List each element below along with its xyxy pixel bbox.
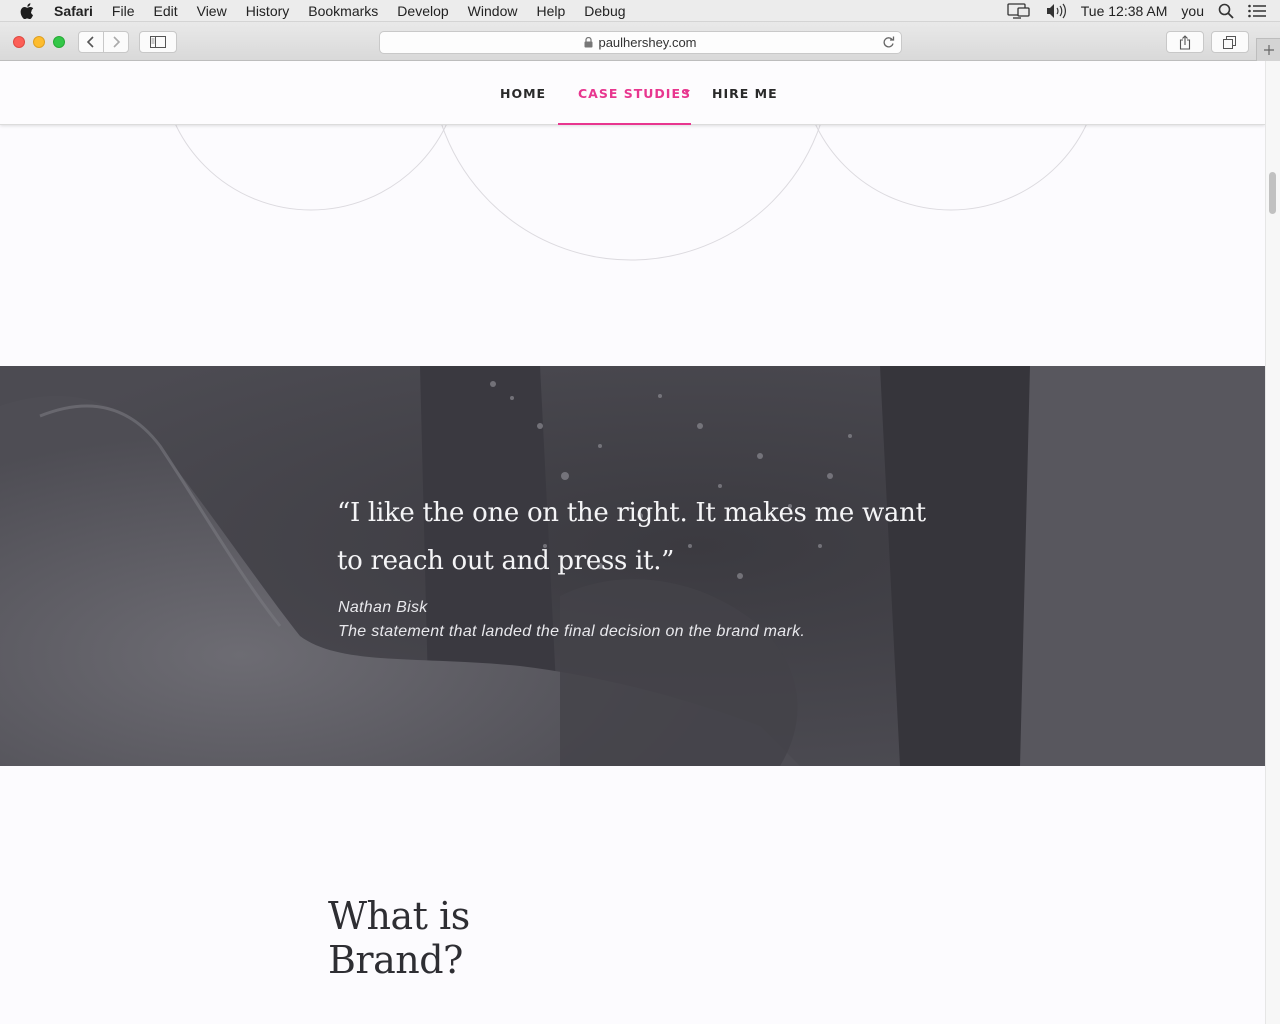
section-heading-line-2: Brand? (328, 938, 463, 982)
tabs-overview-icon (1223, 35, 1236, 49)
menu-bookmarks[interactable]: Bookmarks (308, 3, 378, 19)
address-bar[interactable]: paulhershey.com (379, 31, 902, 54)
section-heading: What is Brand? (328, 894, 528, 982)
back-icon (86, 36, 94, 48)
spotlight-search-icon[interactable] (1218, 3, 1234, 19)
menu-app-name[interactable]: Safari (54, 3, 93, 19)
site-navigation: HOME CASE STUDIES HIRE ME (0, 61, 1265, 125)
testimonial-author: Nathan Bisk (338, 599, 428, 616)
browser-toolbar: paulhershey.com (0, 22, 1280, 61)
chevron-down-icon[interactable] (684, 90, 690, 94)
menu-file[interactable]: File (112, 3, 135, 19)
testimonial-section: “I like the one on the right. It makes m… (0, 366, 1265, 766)
clock[interactable]: Tue 12:38 AM (1081, 3, 1168, 19)
url-text: paulhershey.com (598, 35, 697, 50)
apple-icon[interactable] (17, 2, 37, 19)
zoom-window-button[interactable] (53, 36, 65, 48)
tabs-overview-button[interactable] (1211, 31, 1249, 53)
testimonial-quote: “I like the one on the right. It makes m… (337, 498, 926, 576)
menu-edit[interactable]: Edit (153, 3, 177, 19)
menu-debug[interactable]: Debug (584, 3, 625, 19)
menu-develop[interactable]: Develop (397, 3, 448, 19)
web-page: HOME CASE STUDIES HIRE ME “I like the on… (0, 61, 1265, 1024)
scrollbar-thumb[interactable] (1269, 172, 1276, 214)
menu-help[interactable]: Help (536, 3, 565, 19)
menu-view[interactable]: View (197, 3, 227, 19)
airplay-display-icon[interactable] (1007, 3, 1031, 19)
macos-menu-bar: Safari File Edit View History Bookmarks … (0, 0, 1280, 22)
active-nav-indicator (558, 123, 691, 125)
forward-button[interactable] (103, 31, 129, 53)
share-button[interactable] (1166, 31, 1204, 53)
user-name[interactable]: you (1181, 3, 1204, 19)
back-button[interactable] (78, 31, 104, 53)
sidebar-icon (150, 36, 166, 48)
share-icon (1179, 34, 1191, 50)
sidebar-button[interactable] (139, 31, 177, 53)
notification-center-icon[interactable] (1248, 4, 1266, 18)
testimonial-caption: The statement that landed the final deci… (338, 623, 806, 640)
new-tab-icon (1263, 45, 1274, 55)
section-heading-line-1: What is (328, 894, 470, 938)
menu-window[interactable]: Window (468, 3, 518, 19)
nav-case-studies-link[interactable]: CASE STUDIES (578, 86, 691, 101)
nav-hire-me-link[interactable]: HIRE ME (712, 86, 778, 101)
lock-icon (584, 37, 593, 48)
reload-icon[interactable] (882, 36, 895, 52)
new-tab-button[interactable] (1256, 38, 1280, 61)
menu-history[interactable]: History (246, 3, 290, 19)
forward-icon (113, 36, 121, 48)
close-window-button[interactable] (13, 36, 25, 48)
volume-icon[interactable] (1045, 3, 1067, 19)
minimize-window-button[interactable] (33, 36, 45, 48)
nav-home-link[interactable]: HOME (500, 86, 546, 101)
